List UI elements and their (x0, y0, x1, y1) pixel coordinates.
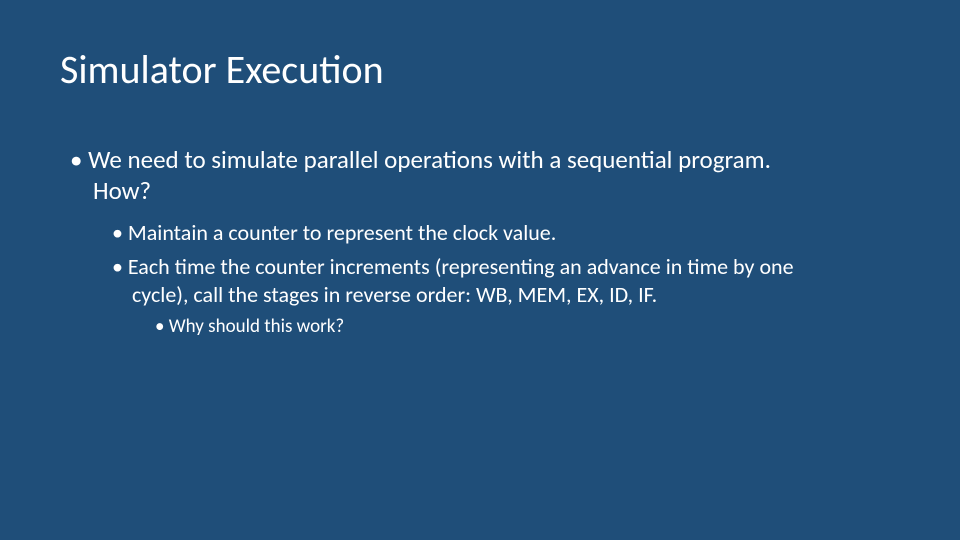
slide-container: Simulator Execution • We need to simulat… (0, 0, 960, 540)
slide-content: • We need to simulate parallel operation… (60, 144, 900, 340)
bullet-text-cont: How? (70, 175, 900, 206)
bullet-text: • Maintain a counter to represent the cl… (112, 219, 900, 247)
bullet-text-cont: cycle), call the stages in reverse order… (112, 281, 900, 309)
bullet-text: • Each time the counter increments (repr… (112, 253, 900, 281)
bullet-level2-item2: • Each time the counter increments (repr… (112, 253, 900, 309)
slide-title: Simulator Execution (60, 45, 900, 94)
bullet-level3-item1: • Why should this work? (155, 315, 900, 340)
bullet-text: • Why should this work? (155, 315, 900, 340)
bullet-text: • We need to simulate parallel operation… (70, 144, 900, 175)
bullet-level1-item1: • We need to simulate parallel operation… (70, 144, 900, 207)
bullet-level2-item1: • Maintain a counter to represent the cl… (112, 219, 900, 247)
